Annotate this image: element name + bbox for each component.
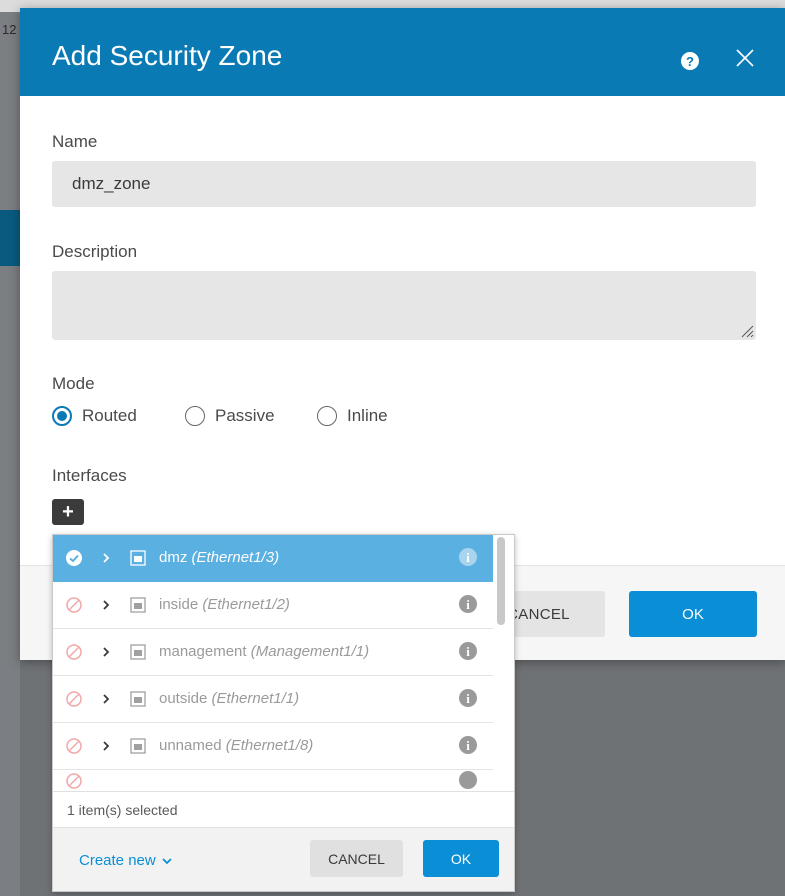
info-icon[interactable]: i xyxy=(458,688,478,708)
selection-count: 1 item(s) selected xyxy=(53,791,514,827)
radio-inline-label: Inline xyxy=(347,406,388,425)
disabled-icon xyxy=(66,738,82,754)
name-label: Name xyxy=(52,132,98,151)
list-scrollbar[interactable] xyxy=(497,537,505,625)
background-app-sidebar xyxy=(0,12,20,896)
interface-port-icon xyxy=(130,550,146,566)
dialog-header: Add Security Zone ? xyxy=(20,8,785,96)
chevron-right-icon[interactable] xyxy=(101,597,111,613)
disabled-icon xyxy=(66,597,82,613)
name-input[interactable]: dmz_zone xyxy=(52,161,756,207)
radio-routed-label: Routed xyxy=(82,406,137,425)
picker-footer: Create new CANCEL OK xyxy=(53,827,514,891)
background-app-fragment: 12 xyxy=(2,22,17,37)
info-icon[interactable]: i xyxy=(458,594,478,614)
create-new-link[interactable]: Create new xyxy=(79,852,173,869)
svg-text:i: i xyxy=(466,738,470,753)
mode-label: Mode xyxy=(52,374,95,393)
disabled-icon xyxy=(66,644,82,660)
radio-routed[interactable] xyxy=(52,406,72,426)
ok-button[interactable]: OK xyxy=(629,591,757,637)
close-icon[interactable] xyxy=(734,47,756,69)
picker-ok-button[interactable]: OK xyxy=(423,840,499,877)
interface-name: inside (Ethernet1/2) xyxy=(159,596,290,613)
interface-picker: dmz (Ethernet1/3) i inside (Ethernet1/2) xyxy=(52,534,515,892)
mode-option-routed[interactable]: Routed xyxy=(52,404,137,428)
chevron-right-icon[interactable] xyxy=(101,691,111,707)
mode-option-passive[interactable]: Passive xyxy=(185,404,275,428)
add-interface-button[interactable]: + xyxy=(52,499,84,525)
svg-text:i: i xyxy=(466,597,470,612)
interface-port-icon xyxy=(130,738,146,754)
info-icon[interactable]: i xyxy=(458,547,478,567)
svg-text:i: i xyxy=(466,691,470,706)
interface-row-outside[interactable]: outside (Ethernet1/1) i xyxy=(53,676,493,723)
radio-passive-label: Passive xyxy=(215,406,275,425)
info-icon[interactable] xyxy=(458,770,478,790)
picker-cancel-button[interactable]: CANCEL xyxy=(310,840,403,877)
interface-row-inside[interactable]: inside (Ethernet1/2) i xyxy=(53,582,493,629)
interface-row-clipped[interactable] xyxy=(53,770,493,790)
interface-name: management (Management1/1) xyxy=(159,643,370,660)
interface-name: dmz (Ethernet1/3) xyxy=(159,549,280,566)
chevron-down-icon xyxy=(162,857,172,864)
info-icon[interactable]: i xyxy=(458,735,478,755)
checkmark-icon xyxy=(66,550,82,566)
chevron-right-icon[interactable] xyxy=(101,550,111,566)
mode-option-inline[interactable]: Inline xyxy=(317,404,388,428)
interface-name: outside (Ethernet1/1) xyxy=(159,690,300,707)
description-textarea[interactable] xyxy=(52,271,756,340)
svg-text:i: i xyxy=(466,644,470,659)
dialog-title: Add Security Zone xyxy=(52,40,283,71)
interface-row-management[interactable]: management (Management1/1) i xyxy=(53,629,493,676)
chevron-right-icon[interactable] xyxy=(101,644,111,660)
radio-passive[interactable] xyxy=(185,406,205,426)
radio-inline[interactable] xyxy=(317,406,337,426)
background-app-active-band xyxy=(0,210,20,266)
description-label: Description xyxy=(52,242,138,261)
svg-text:?: ? xyxy=(686,54,694,69)
disabled-icon xyxy=(66,773,82,789)
info-icon[interactable]: i xyxy=(458,641,478,661)
interface-port-icon xyxy=(130,691,146,707)
interface-port-icon xyxy=(130,644,146,660)
create-new-label: Create new xyxy=(79,852,156,869)
help-icon[interactable]: ? xyxy=(680,51,700,71)
disabled-icon xyxy=(66,691,82,707)
interface-row-dmz[interactable]: dmz (Ethernet1/3) i xyxy=(53,535,493,582)
interface-name: unnamed (Ethernet1/8) xyxy=(159,737,314,754)
chevron-right-icon[interactable] xyxy=(101,738,111,754)
svg-text:i: i xyxy=(466,550,470,565)
interface-list[interactable]: dmz (Ethernet1/3) i inside (Ethernet1/2) xyxy=(53,535,493,791)
resize-grip-icon[interactable] xyxy=(740,324,754,338)
interface-row-unnamed[interactable]: unnamed (Ethernet1/8) i xyxy=(53,723,493,770)
interfaces-label: Interfaces xyxy=(52,466,127,485)
interface-port-icon xyxy=(130,597,146,613)
